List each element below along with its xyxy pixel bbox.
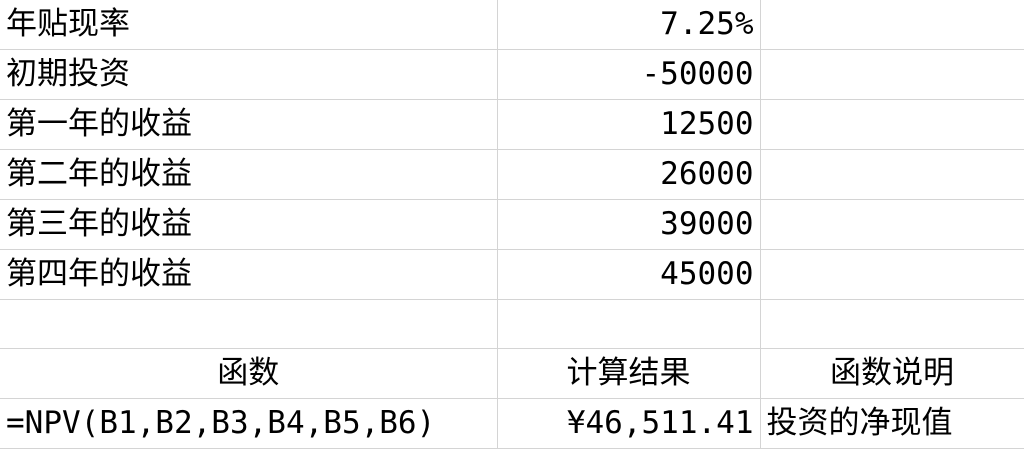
cell-c6[interactable]: [760, 249, 1024, 300]
cell-b1[interactable]: 7.25%: [497, 0, 761, 50]
cell-a4[interactable]: 第二年的收益: [0, 149, 498, 200]
cell-c1[interactable]: [760, 0, 1024, 50]
table-row: 初期投资 -50000: [0, 49, 1024, 100]
formula-cell[interactable]: =NPV(B1,B2,B3,B4,B5,B6): [0, 398, 498, 449]
table-row: 第二年的收益 26000: [0, 149, 1024, 200]
header-function[interactable]: 函数: [0, 348, 498, 399]
table-row: 年贴现率 7.25%: [0, 0, 1024, 50]
cell-b5[interactable]: 39000: [497, 199, 761, 250]
cell-a1[interactable]: 年贴现率: [0, 0, 498, 50]
cell-b7[interactable]: [497, 299, 761, 349]
cell-c4[interactable]: [760, 149, 1024, 200]
cell-b3[interactable]: 12500: [497, 99, 761, 150]
table-row: =NPV(B1,B2,B3,B4,B5,B6) ¥46,511.41 投资的净现…: [0, 398, 1024, 449]
header-row: 函数 计算结果 函数说明: [0, 348, 1024, 399]
cell-c2[interactable]: [760, 49, 1024, 100]
header-result[interactable]: 计算结果: [497, 348, 761, 399]
cell-a6[interactable]: 第四年的收益: [0, 249, 498, 300]
result-cell[interactable]: ¥46,511.41: [497, 398, 761, 449]
cell-b6[interactable]: 45000: [497, 249, 761, 300]
cell-a5[interactable]: 第三年的收益: [0, 199, 498, 250]
table-row: [0, 299, 1024, 349]
cell-grid: 年贴现率 7.25% 初期投资 -50000 第一年的收益 12500 第二年的…: [0, 0, 1024, 449]
cell-c3[interactable]: [760, 99, 1024, 150]
cell-c7[interactable]: [760, 299, 1024, 349]
cell-b2[interactable]: -50000: [497, 49, 761, 100]
table-row: 第一年的收益 12500: [0, 99, 1024, 150]
table-row: 第四年的收益 45000: [0, 249, 1024, 300]
description-cell[interactable]: 投资的净现值: [760, 398, 1024, 449]
table-row: 第三年的收益 39000: [0, 199, 1024, 250]
cell-a2[interactable]: 初期投资: [0, 49, 498, 100]
cell-a7[interactable]: [0, 299, 498, 349]
cell-c5[interactable]: [760, 199, 1024, 250]
cell-a3[interactable]: 第一年的收益: [0, 99, 498, 150]
cell-b4[interactable]: 26000: [497, 149, 761, 200]
header-description[interactable]: 函数说明: [760, 348, 1024, 399]
spreadsheet: 年贴现率 7.25% 初期投资 -50000 第一年的收益 12500 第二年的…: [0, 0, 1024, 449]
